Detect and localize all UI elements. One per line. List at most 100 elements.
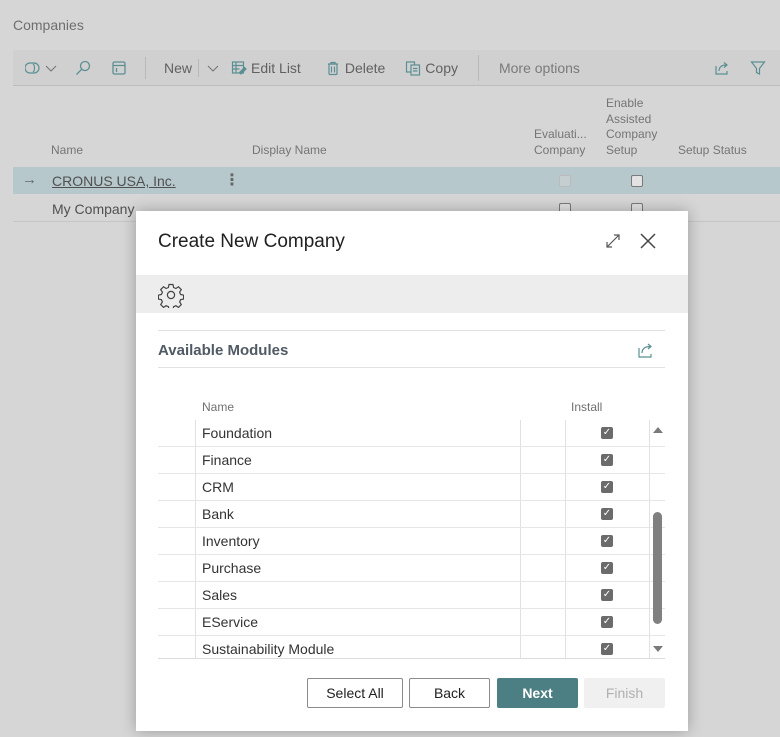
module-row[interactable]: Purchase ✓ [158, 555, 665, 582]
column-header-evaluation-company[interactable]: Evaluati... Company [534, 127, 587, 158]
next-button[interactable]: Next [497, 678, 578, 708]
module-row[interactable]: Sales ✓ [158, 582, 665, 609]
column-header-enable-assisted-setup[interactable]: Enable Assisted Company Setup [606, 96, 657, 158]
share-icon [714, 60, 730, 76]
new-dropdown-button[interactable] [205, 50, 219, 85]
column-header-setup-status[interactable]: Setup Status [678, 143, 747, 159]
row-selector[interactable] [158, 636, 196, 658]
install-checkbox[interactable]: ✓ [601, 508, 613, 520]
filter-button[interactable] [750, 50, 766, 85]
row-selector[interactable] [158, 609, 196, 635]
copilot-icon [25, 60, 41, 76]
install-cell: ✓ [566, 501, 650, 527]
module-row[interactable]: EService ✓ [158, 609, 665, 636]
select-all-button[interactable]: Select All [307, 678, 403, 708]
install-checkbox[interactable]: ✓ [601, 562, 613, 574]
install-cell: ✓ [566, 420, 650, 446]
install-checkbox[interactable]: ✓ [601, 643, 613, 655]
module-row[interactable]: Inventory ✓ [158, 528, 665, 555]
row-selector[interactable] [158, 420, 196, 446]
column-header-name[interactable]: Name [51, 143, 83, 159]
more-options-button[interactable]: More options [499, 50, 580, 85]
vertical-scrollbar[interactable] [651, 420, 665, 658]
row-actions-ellipsis-icon[interactable]: ⋮ [224, 170, 240, 190]
module-row[interactable]: Bank ✓ [158, 501, 665, 528]
install-cell: ✓ [566, 582, 650, 608]
module-name: Bank [202, 506, 234, 522]
column-header-display-name[interactable]: Display Name [252, 143, 327, 159]
new-button[interactable]: New [164, 50, 192, 85]
column-header-install[interactable]: Install [571, 400, 602, 414]
settings-bar [136, 275, 688, 313]
grid-cell [520, 501, 566, 527]
expand-button[interactable] [603, 231, 623, 251]
back-button[interactable]: Back [409, 678, 490, 708]
grid-cell [520, 528, 566, 554]
install-checkbox[interactable]: ✓ [601, 535, 613, 547]
layout-icon [111, 60, 127, 76]
search-icon [75, 60, 91, 76]
module-name: EService [202, 614, 259, 630]
install-checkbox[interactable]: ✓ [601, 427, 613, 439]
module-row[interactable]: CRM ✓ [158, 474, 665, 501]
chevron-down-icon [43, 60, 57, 76]
install-cell: ✓ [566, 609, 650, 635]
copy-icon [405, 60, 421, 76]
grid-cell [520, 555, 566, 581]
share-button[interactable] [637, 341, 655, 359]
finish-button: Finish [584, 678, 665, 708]
create-new-company-dialog: Create New Company Available Modules Nam… [136, 211, 688, 731]
install-checkbox[interactable]: ✓ [601, 481, 613, 493]
module-row[interactable]: Finance ✓ [158, 447, 665, 474]
install-cell: ✓ [566, 555, 650, 581]
copy-button[interactable]: Copy [405, 50, 458, 85]
row-selector[interactable] [158, 474, 196, 500]
install-cell: ✓ [566, 447, 650, 473]
column-header-name[interactable]: Name [202, 400, 234, 414]
install-checkbox[interactable]: ✓ [601, 589, 613, 601]
search-button[interactable] [75, 50, 91, 85]
install-checkbox[interactable]: ✓ [601, 454, 613, 466]
enable-assisted-setup-checkbox[interactable] [631, 175, 643, 187]
page-title: Companies [13, 17, 84, 33]
share-button[interactable] [714, 50, 730, 85]
filter-icon [750, 60, 766, 76]
row-selector[interactable] [158, 555, 196, 581]
evaluation-company-checkbox[interactable] [559, 175, 571, 187]
available-modules-section: Available Modules [158, 330, 665, 368]
module-name: Purchase [202, 560, 262, 576]
row-selector[interactable] [158, 501, 196, 527]
install-checkbox[interactable]: ✓ [601, 616, 613, 628]
scrollbar-thumb[interactable] [653, 512, 662, 625]
layout-button[interactable] [111, 50, 127, 85]
delete-button[interactable]: Delete [325, 50, 385, 85]
module-name: Sales [202, 587, 238, 603]
gear-icon[interactable] [158, 282, 184, 308]
scroll-down-arrow-icon[interactable] [653, 646, 663, 652]
edit-list-button[interactable]: Edit List [231, 50, 301, 85]
expand-icon [606, 234, 620, 248]
close-icon [640, 233, 656, 249]
module-name: Inventory [202, 533, 260, 549]
list-row[interactable]: → CRONUS USA, Inc. ⋮ [13, 167, 780, 194]
row-selector[interactable] [158, 447, 196, 473]
grid-cell [520, 636, 566, 658]
row-selector[interactable] [158, 582, 196, 608]
modules-grid-rows: Foundation ✓ Finance ✓ CRM ✓ Bank ✓ Inventory ✓ Pu… [158, 420, 665, 658]
scroll-up-arrow-icon[interactable] [653, 427, 663, 433]
company-name[interactable]: My Company [52, 201, 134, 217]
copilot-button[interactable] [25, 50, 57, 85]
grid-cell [520, 609, 566, 635]
company-name-link[interactable]: CRONUS USA, Inc. [52, 173, 176, 189]
row-selector[interactable] [158, 528, 196, 554]
module-row[interactable]: Foundation ✓ [158, 420, 665, 447]
module-name: Finance [202, 452, 252, 468]
grid-cell [520, 420, 566, 446]
close-button[interactable] [638, 231, 658, 251]
module-row[interactable]: Sustainability Module ✓ [158, 636, 665, 658]
toolbar-separator [145, 56, 146, 79]
install-cell: ✓ [566, 528, 650, 554]
toolbar-separator [198, 58, 200, 77]
edit-list-icon [231, 60, 247, 76]
current-row-arrow-icon: → [22, 171, 37, 188]
